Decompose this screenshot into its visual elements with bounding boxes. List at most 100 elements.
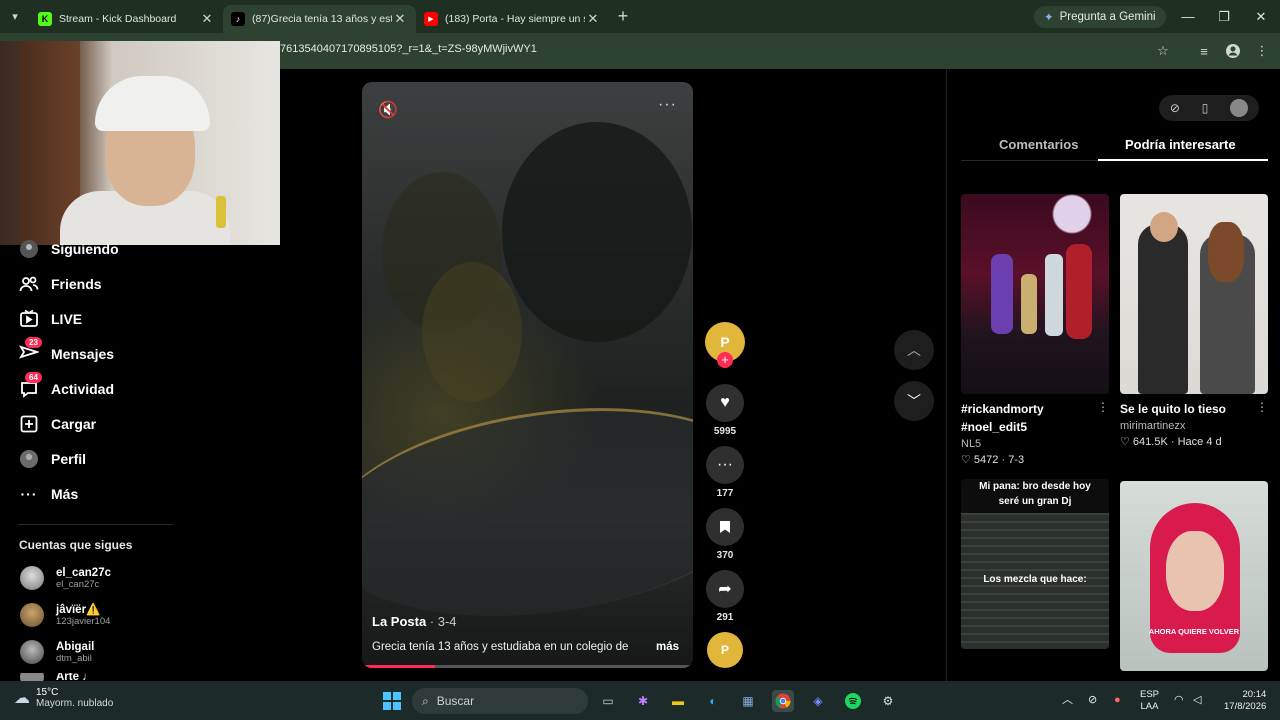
suggested-video-card[interactable]: Mi pana: bro desde hoy seré un gran Dj L… — [961, 479, 1109, 649]
task-view-icon[interactable]: ▭ — [597, 690, 619, 712]
comment-icon: ··· — [706, 446, 744, 484]
edge-icon[interactable]: ◐ — [702, 690, 724, 712]
suggested-video-card[interactable]: AHORA QUIERE VOLVER — [1120, 481, 1268, 671]
microphone-icon[interactable]: ● — [1114, 694, 1121, 706]
save-count: 370 — [716, 550, 734, 561]
comment-button[interactable]: ··· 177 — [704, 446, 746, 499]
device-icon[interactable]: ▯ — [1202, 101, 1209, 115]
tray-expand-chevron-icon[interactable]: ︿ — [1062, 694, 1073, 706]
mute-icon[interactable]: 🔇 — [378, 100, 398, 120]
settings-gear-icon[interactable]: ⚙ — [877, 690, 899, 712]
cloud-icon: ☁ — [14, 690, 30, 707]
following-account-item[interactable]: el_can27c el_can27c — [20, 566, 111, 590]
creator-avatar-button[interactable]: P + — [704, 322, 746, 368]
sidebar-item-more[interactable]: ··· Más — [18, 481, 79, 507]
tab-suggested[interactable]: Podría interesarte — [1125, 137, 1236, 152]
card-more-icon[interactable]: ⋮ — [1097, 400, 1109, 414]
friends-icon — [18, 273, 40, 295]
taskbar-search[interactable]: ⌕ Buscar — [412, 688, 588, 714]
following-account-item[interactable]: Arte ♩ — [20, 673, 94, 681]
video-author[interactable]: La Posta · 3-4 — [372, 614, 457, 629]
store-icon[interactable]: ▦ — [737, 690, 759, 712]
video-thumbnail — [1120, 194, 1268, 394]
sidebar-item-profile[interactable]: Perfil — [18, 446, 86, 472]
bookmark-star-icon[interactable]: ☆ — [1154, 42, 1172, 60]
windows-start-icon[interactable] — [381, 690, 403, 712]
following-icon — [18, 238, 40, 260]
clock-date: 17/8/2026 — [1224, 701, 1267, 712]
tab-search-icon[interactable]: ▾ — [0, 0, 30, 33]
account-handle: 123javier104 — [56, 615, 111, 627]
follow-plus-icon[interactable]: + — [717, 352, 733, 368]
weather-widget[interactable]: ☁ 15°C Mayorm. nublado — [14, 687, 113, 709]
sidebar-item-messages[interactable]: 23 Mensajes — [18, 337, 114, 367]
thumbnail-caption-mid: Los mezcla que hace: — [983, 574, 1087, 585]
sidebar-item-friends[interactable]: Friends — [18, 271, 102, 297]
network-muted-icon[interactable]: ⊘ — [1088, 694, 1097, 706]
video-progress-bar[interactable] — [362, 665, 693, 668]
sidebar-item-live[interactable]: LIVE — [18, 306, 82, 332]
save-button[interactable]: 370 — [704, 508, 746, 561]
window-close-icon[interactable]: ✕ — [1243, 0, 1279, 33]
tab-tiktok-video[interactable]: ♪ (87)Grecia tenía 13 años y estu ✕ — [223, 5, 416, 33]
user-avatar[interactable] — [1230, 99, 1249, 117]
spotify-icon[interactable] — [842, 690, 864, 712]
app-icon[interactable]: ◈ — [807, 690, 829, 712]
next-video-chevron-down-icon[interactable]: ﹀ — [894, 381, 934, 421]
clock[interactable]: 20:14 17/8/2026 — [1224, 689, 1266, 713]
video-more-link[interactable]: más — [656, 641, 679, 653]
volume-icon[interactable]: ◁ — [1193, 694, 1201, 706]
profile-avatar-icon[interactable] — [1224, 42, 1242, 60]
card-more-icon[interactable]: ⋮ — [1256, 400, 1268, 414]
video-more-options-icon[interactable]: ··· — [658, 96, 677, 114]
video-progress-fill — [362, 665, 435, 668]
account-handle: el_can27c — [56, 578, 100, 590]
browser-menu-icon[interactable]: ⋮ — [1253, 42, 1271, 60]
suggested-video-card[interactable]: #rickandmorty #noel_edit5 NL5 ♡ 5472 · 7… — [961, 194, 1109, 466]
suggested-video-card[interactable]: Se le quito lo tieso mirimartinezx ♡ 641… — [1120, 194, 1268, 448]
search-placeholder: Buscar — [436, 694, 475, 708]
sidebar-item-following[interactable]: Siguiendo — [18, 236, 119, 262]
copilot-icon[interactable]: ✱ — [632, 690, 654, 712]
close-tab-icon[interactable]: ✕ — [392, 11, 408, 27]
minimize-icon[interactable]: — — [1170, 0, 1206, 33]
share-button[interactable]: ➦ 291 — [704, 570, 746, 623]
card-author: mirimartinezx — [1120, 420, 1186, 432]
webcam-overlay — [0, 41, 280, 245]
tab-youtube-porta[interactable]: ▶ (183) Porta - Hay siempre un se ✕ — [416, 5, 609, 33]
messages-icon: 23 — [18, 337, 42, 365]
media-control-icon[interactable]: ≡ — [1195, 42, 1213, 60]
close-tab-icon[interactable]: ✕ — [199, 11, 215, 27]
wifi-icon[interactable]: ◠ — [1174, 694, 1184, 706]
sound-disc-button[interactable]: P — [704, 632, 746, 668]
new-tab-button[interactable]: + — [609, 6, 637, 27]
tab-comments[interactable]: Comentarios — [999, 137, 1078, 152]
share-count: 291 — [716, 612, 734, 623]
weather-desc: Mayorm. nublado — [36, 698, 114, 709]
video-scene-tree — [422, 262, 522, 402]
sidebar-item-label: Perfil — [51, 451, 87, 467]
kick-favicon-icon: K — [38, 12, 52, 26]
restore-icon[interactable]: ❐ — [1206, 0, 1242, 33]
following-account-item[interactable]: Abigail dtm_abil — [20, 640, 94, 664]
close-tab-icon[interactable]: ✕ — [585, 11, 601, 27]
compass-icon[interactable]: ⊘ — [1170, 101, 1180, 115]
like-button[interactable]: ♥ 5995 — [704, 384, 746, 437]
sidebar-item-activity[interactable]: 64 Actividad — [18, 372, 114, 402]
live-icon — [18, 308, 40, 330]
file-explorer-icon[interactable]: ▬ — [667, 690, 689, 712]
sidebar-item-upload[interactable]: Cargar — [18, 411, 96, 437]
gemini-button[interactable]: ✦ Pregunta a Gemini — [1034, 6, 1166, 28]
tab-kick-dashboard[interactable]: K Stream - Kick Dashboard ✕ — [30, 5, 223, 33]
language-indicator[interactable]: ESP LAA — [1140, 689, 1159, 713]
card-meta: ♡ 641.5K · Hace 4 d — [1120, 436, 1222, 448]
chrome-icon[interactable] — [772, 690, 794, 712]
sidebar-item-label: Cargar — [51, 416, 97, 432]
sidebar-item-label: Siguiendo — [51, 241, 119, 257]
video-player[interactable]: 🔇 ··· La Posta · 3-4 Grecia tenía 13 año… — [362, 82, 693, 668]
following-account-item[interactable]: jâvïër⚠️ 123javier104 — [20, 603, 110, 627]
url-text[interactable]: 7613540407170895105?_r=1&_t=ZS-98yMWjivW… — [280, 43, 537, 55]
previous-video-chevron-up-icon[interactable]: ︿ — [894, 330, 934, 370]
tab-title: Stream - Kick Dashboard — [59, 13, 177, 25]
webcam-cap — [95, 76, 210, 131]
